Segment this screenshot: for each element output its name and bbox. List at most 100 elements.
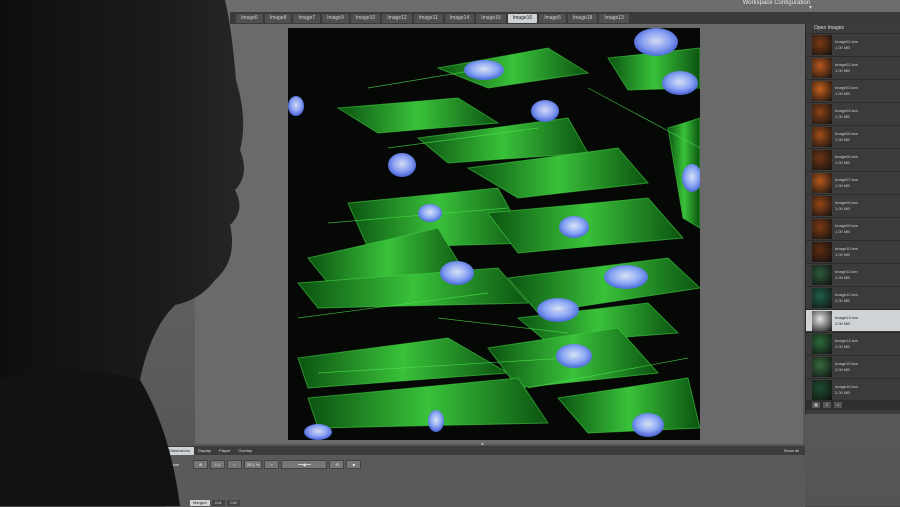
image-info: Image04.lsm 1.00 MB (835, 108, 858, 120)
control-tabs: Dimensions Display Player Overlay (165, 447, 805, 455)
list-item[interactable]: Image07.lsm 1.00 MB (806, 171, 900, 193)
list-item[interactable]: Image01.lsm 1.00 MB (806, 33, 900, 55)
list-item[interactable]: Image03.lsm 1.00 MB (806, 79, 900, 101)
chevron-down-icon[interactable]: ▾ (809, 4, 812, 11)
show-all-checkbox[interactable]: Show all (784, 447, 799, 455)
list-item[interactable]: Image15.lsm 2.00 MB (806, 355, 900, 377)
image-name: Image01.lsm (835, 38, 858, 44)
image-thumbnail (812, 218, 832, 239)
image-tab-bar: Image6 Image8 Image7 Image9 Image10 Imag… (230, 12, 900, 24)
image-name: Image13.lsm (835, 314, 858, 320)
image-info: Image11.lsm 2.00 MB (835, 269, 858, 281)
image-info: Image09.lsm 1.00 MB (835, 223, 858, 235)
list-item[interactable]: Image14.lsm 2.00 MB (806, 332, 900, 354)
zoom-slider[interactable]: ━━◆━━ (281, 460, 328, 469)
image-info: Image12.lsm 2.00 MB (835, 292, 858, 304)
tab-image-active[interactable]: Image16 (507, 13, 538, 23)
image-size: 1.00 MB (835, 90, 850, 96)
list-item[interactable]: Image16.lsm 2.00 MB (806, 378, 900, 400)
zoom-100-button[interactable]: 1:1 (210, 460, 225, 469)
image-thumbnail (812, 356, 832, 377)
zoom-out-button[interactable]: − (227, 460, 242, 469)
image-thumbnail (812, 172, 832, 193)
grid-view-icon[interactable]: ▦ (812, 402, 820, 408)
list-item[interactable]: Image05.lsm 1.00 MB (806, 125, 900, 147)
image-info: Image05.lsm 1.00 MB (835, 131, 858, 143)
list-item[interactable]: Image11.lsm 2.00 MB (806, 263, 900, 285)
image-name: Image09.lsm (835, 222, 858, 228)
cell-image (288, 28, 700, 440)
zoom-value-field[interactable]: 25.1 % (244, 460, 263, 469)
tab-image[interactable]: Image12 (382, 13, 412, 23)
image-size: 1.00 MB (835, 251, 850, 257)
image-size: 1.00 MB (835, 113, 850, 119)
image-name: Image14.lsm (835, 337, 858, 343)
image-size: 2.00 MB (835, 343, 850, 349)
image-name: Image07.lsm (835, 176, 858, 182)
image-info: Image07.lsm 1.00 MB (835, 177, 858, 189)
tab-image[interactable]: Image13 (599, 13, 629, 23)
image-thumbnail (812, 379, 832, 400)
list-item[interactable]: Image02.lsm 1.00 MB (806, 56, 900, 78)
image-name: Image12.lsm (835, 291, 858, 297)
tab-dimensions[interactable]: Dimensions (165, 447, 194, 455)
image-thumbnail (812, 57, 832, 78)
tab-image[interactable]: Image14 (444, 13, 475, 23)
tab-player[interactable]: Player (215, 447, 234, 455)
list-item[interactable]: Image12.lsm 2.00 MB (806, 286, 900, 308)
image-info: Image10.lsm 1.00 MB (835, 246, 858, 258)
zoom-lock-button[interactable]: ■ (346, 460, 362, 469)
image-thumbnail (812, 195, 832, 216)
tab-image[interactable]: Image15 (476, 13, 506, 23)
image-thumbnail (812, 241, 832, 262)
image-size: 2.00 MB (835, 320, 850, 326)
fluorescence-micrograph[interactable] (288, 28, 700, 440)
tab-image[interactable]: Image7 (293, 13, 321, 23)
tab-image[interactable]: Image18 (567, 13, 598, 23)
tab-image[interactable]: Image9 (322, 13, 349, 23)
tab-display[interactable]: Display (194, 447, 215, 455)
image-thumbnail (812, 103, 832, 124)
zoom-row: Zoom ⊕ 1:1 − 25.1 % + ━━◆━━ ⟲ ■ (169, 460, 362, 469)
image-name: Image15.lsm (835, 360, 858, 366)
list-item[interactable]: Image13.lsm 2.00 MB (806, 309, 900, 331)
image-size: 1.00 MB (835, 67, 850, 73)
image-thumbnail (812, 149, 832, 170)
list-view-icon[interactable]: ≡ (823, 402, 831, 408)
zoom-fit-button[interactable]: ⊕ (193, 460, 208, 469)
image-size: 1.00 MB (835, 228, 850, 234)
image-thumbnail (812, 34, 832, 55)
tab-overlay[interactable]: Overlay (234, 447, 256, 455)
list-item[interactable]: Image08.lsm 1.00 MB (806, 194, 900, 216)
list-item[interactable]: Image09.lsm 1.00 MB (806, 217, 900, 239)
channel-merged[interactable]: Merged (190, 500, 210, 506)
channel-selector: Merged Ch1 Ch2 (190, 500, 241, 506)
open-images-toolbar: ▦ ≡ × (806, 400, 900, 410)
list-item[interactable]: Image04.lsm 1.00 MB (806, 102, 900, 124)
image-name: Image06.lsm (835, 153, 858, 159)
open-images-title: Open Images (814, 25, 845, 31)
list-item[interactable]: Image06.lsm 1.00 MB (806, 148, 900, 170)
image-thumbnail (812, 126, 832, 147)
image-size: 1.00 MB (835, 136, 850, 142)
image-name: Image16.lsm (835, 383, 858, 389)
image-thumbnail (812, 264, 832, 285)
tab-image[interactable]: Image5 (539, 13, 566, 23)
tab-image[interactable]: Image8 (264, 13, 292, 23)
channel-ch2[interactable]: Ch2 (226, 500, 241, 506)
close-image-icon[interactable]: × (834, 402, 842, 408)
tab-image[interactable]: Image10 (350, 13, 381, 23)
tab-image[interactable]: Image6 (236, 13, 263, 23)
image-size: 1.00 MB (835, 159, 850, 165)
zoom-in-button[interactable]: + (264, 460, 280, 469)
image-info: Image14.lsm 2.00 MB (835, 338, 858, 350)
image-info: Image08.lsm 1.00 MB (835, 200, 858, 212)
channel-ch1[interactable]: Ch1 (211, 500, 225, 506)
image-info: Image16.lsm 2.00 MB (835, 384, 858, 396)
list-item[interactable]: Image10.lsm 1.00 MB (806, 240, 900, 262)
workspace-configuration-label[interactable]: Workspace Configuration (743, 0, 810, 6)
zoom-reset-button[interactable]: ⟲ (329, 460, 345, 469)
image-name: Image08.lsm (835, 199, 858, 205)
tab-image[interactable]: Image11 (413, 13, 443, 23)
open-images-panel: Open Images Image01.lsm 1.00 MB Image02.ls… (805, 24, 900, 414)
